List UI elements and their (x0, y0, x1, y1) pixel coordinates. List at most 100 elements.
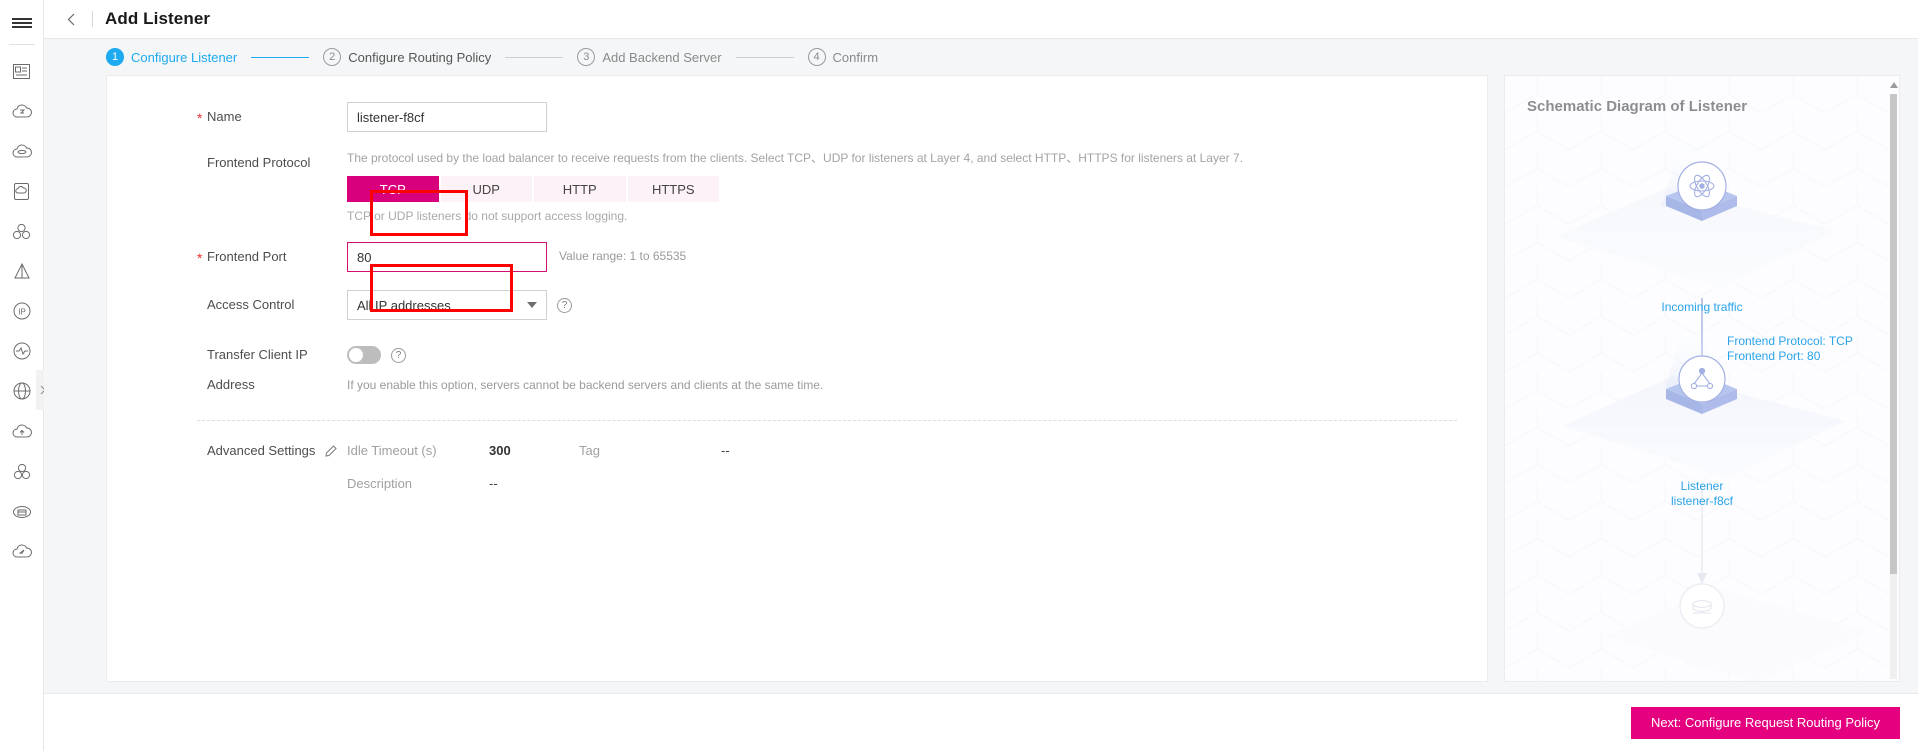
listener-form-card: Name Frontend Protocol The protocol used… (106, 75, 1488, 682)
load-balancer-icon[interactable] (0, 251, 44, 291)
advanced-settings-grid: Idle Timeout (s) 300 Tag -- Description … (347, 443, 1487, 509)
step-add-backend-server: 3 Add Backend Server (577, 48, 721, 66)
direct-connect-icon[interactable] (0, 491, 44, 531)
topbar-divider (92, 11, 93, 27)
field-row-name: Name (107, 102, 1487, 132)
protocol-tab-udp[interactable]: UDP (441, 176, 535, 202)
step-configure-listener[interactable]: 1 Configure Listener (106, 48, 237, 66)
field-row-frontend-protocol: Frontend Protocol The protocol used by t… (107, 148, 1487, 223)
scroll-up-arrow-icon[interactable] (1890, 82, 1898, 88)
diagram-listener-name: listener-f8cf (1635, 494, 1769, 509)
pencil-icon[interactable] (325, 445, 337, 460)
access-control-select[interactable]: All IP addresses (347, 290, 547, 320)
field-row-access-control: Access Control All IP addresses ? (107, 290, 1487, 320)
step-number: 1 (106, 48, 124, 66)
name-input[interactable] (347, 102, 547, 132)
scrollbar-thumb[interactable] (1890, 94, 1897, 574)
page-footer: Next: Configure Request Routing Policy (44, 693, 1918, 751)
advanced-key-description: Description (347, 476, 489, 491)
access-control-field: All IP addresses ? (347, 290, 1487, 320)
step-connector (251, 57, 309, 58)
cdn-icon[interactable] (0, 531, 44, 571)
diagram-flow-protocol: Frontend Protocol: TCP (1727, 334, 1853, 349)
id-card-icon[interactable] (0, 51, 44, 91)
protocol-tab-https[interactable]: HTTPS (628, 176, 720, 202)
vpc-peering-icon[interactable] (0, 451, 44, 491)
application-window: IP Add Listener (0, 0, 1918, 751)
step-connector (505, 57, 563, 58)
step-configure-routing-policy: 2 Configure Routing Policy (323, 48, 491, 66)
transfer-client-ip-field: ? If you enable this option, servers can… (347, 340, 1487, 394)
protocol-tab-tcp[interactable]: TCP (347, 176, 441, 202)
rail-divider (9, 44, 35, 45)
diagram-listener-label: Listener (1635, 479, 1769, 494)
step-label: Configure Routing Policy (348, 50, 491, 65)
page-topbar: Add Listener (44, 0, 1918, 39)
cloud-storage-icon[interactable] (0, 131, 44, 171)
page-title: Add Listener (105, 9, 210, 29)
transfer-client-ip-note: If you enable this option, servers canno… (347, 376, 1487, 394)
protocol-tab-http[interactable]: HTTP (534, 176, 628, 202)
advanced-settings-title: Advanced Settings (207, 443, 315, 458)
access-control-label: Access Control (107, 290, 347, 320)
advanced-settings-section: Advanced Settings Idle Timeout (s) 300 T… (107, 421, 1487, 509)
toggle-knob (349, 348, 363, 362)
transfer-client-ip-toggle[interactable] (347, 346, 381, 364)
advanced-value-tag: -- (721, 443, 811, 458)
step-number: 4 (808, 48, 826, 66)
frontend-protocol-note: TCP or UDP listeners do not support acce… (347, 209, 1487, 223)
frontend-protocol-field: The protocol used by the load balancer t… (347, 148, 1487, 223)
step-indicator: 1 Configure Listener 2 Configure Routing… (44, 39, 1918, 75)
frontend-port-input[interactable] (347, 242, 547, 272)
container-cluster-icon[interactable] (0, 211, 44, 251)
cloud-document-icon[interactable] (0, 171, 44, 211)
elastic-ip-icon[interactable]: IP (0, 291, 44, 331)
listener-form: Name Frontend Protocol The protocol used… (107, 76, 1487, 509)
name-label: Name (107, 102, 347, 132)
frontend-port-label: Frontend Port (107, 242, 347, 272)
field-row-frontend-port: Frontend Port Value range: 1 to 65535 (107, 242, 1487, 272)
name-field-wrap (347, 102, 1487, 132)
step-label: Add Backend Server (602, 50, 721, 65)
advanced-key-idle-timeout: Idle Timeout (s) (347, 443, 489, 458)
diagram-incoming-label: Incoming traffic (1635, 300, 1769, 315)
diagram-flow-port: Frontend Port: 80 (1727, 349, 1820, 364)
step-label: Confirm (833, 50, 879, 65)
cloud-server-icon[interactable] (0, 91, 44, 131)
diagram-scrollbar[interactable] (1890, 80, 1897, 679)
back-chevron-icon[interactable] (62, 10, 80, 28)
advanced-key-tag: Tag (579, 443, 721, 458)
hamburger-menu-icon[interactable] (0, 6, 44, 40)
step-number: 2 (323, 48, 341, 66)
frontend-protocol-tabs: TCP UDP HTTP HTTPS (347, 176, 719, 202)
transfer-client-ip-label: Transfer Client IP Address (107, 340, 347, 400)
advanced-settings-label: Advanced Settings (107, 443, 347, 509)
diagram-canvas: Schematic Diagram of Listener Incoming t… (1505, 76, 1899, 681)
access-control-value: All IP addresses (357, 298, 451, 313)
advanced-value-description: -- (489, 476, 579, 491)
question-mark-icon[interactable]: ? (557, 298, 572, 313)
main-region: Add Listener 1 Configure Listener 2 Conf… (44, 0, 1918, 751)
advanced-value-idle-timeout: 300 (489, 443, 579, 458)
step-confirm: 4 Confirm (808, 48, 879, 66)
cloud-upload-icon[interactable] (0, 411, 44, 451)
step-number: 3 (577, 48, 595, 66)
frontend-port-hint: Value range: 1 to 65535 (559, 249, 686, 263)
step-label: Configure Listener (131, 50, 237, 65)
content-area: Name Frontend Protocol The protocol used… (44, 75, 1918, 751)
step-connector (736, 57, 794, 58)
frontend-protocol-label: Frontend Protocol (107, 148, 347, 178)
question-mark-icon[interactable]: ? (391, 348, 406, 363)
field-row-transfer-client-ip: Transfer Client IP Address ? If you enab… (107, 340, 1487, 400)
diagram-background-grid (1505, 76, 1899, 681)
nat-gateway-icon[interactable] (0, 331, 44, 371)
chevron-down-icon (527, 302, 537, 308)
advanced-row: Description -- (347, 476, 1487, 491)
frontend-port-field: Value range: 1 to 65535 (347, 242, 1487, 272)
next-configure-routing-policy-button[interactable]: Next: Configure Request Routing Policy (1631, 707, 1900, 739)
advanced-row: Idle Timeout (s) 300 Tag -- (347, 443, 1487, 458)
left-service-rail: IP (0, 0, 44, 751)
schematic-diagram-panel: Schematic Diagram of Listener Incoming t… (1504, 75, 1900, 682)
svg-text:IP: IP (18, 308, 26, 317)
frontend-protocol-description: The protocol used by the load balancer t… (347, 148, 1487, 166)
